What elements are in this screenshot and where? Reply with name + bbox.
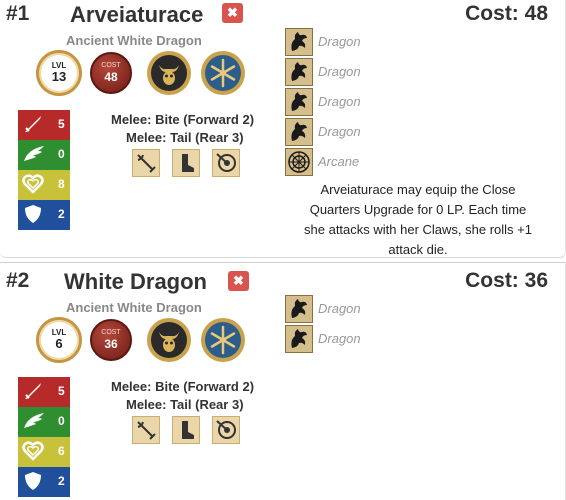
unit-name: Arveiaturace: [70, 2, 204, 27]
stat-value: 2: [58, 474, 65, 488]
heart-icon: [22, 441, 44, 461]
crossbow-icon: [132, 149, 160, 177]
trait-label: Dragon: [318, 124, 361, 139]
cost-badge-value: 48: [104, 70, 118, 84]
evil-skull-icon: [146, 317, 192, 363]
wing-icon: [24, 146, 44, 161]
attack-line: Melee: Bite (Forward 2): [111, 112, 255, 127]
stat-movement: 0: [18, 140, 70, 170]
cost-badge-label: COST: [101, 329, 121, 336]
cost-badge-value: 36: [104, 337, 118, 351]
stat-defense: 2: [18, 467, 70, 497]
cost-badge-label: COST: [101, 62, 121, 69]
stat-value: 0: [58, 414, 65, 428]
dragon-icon: [285, 295, 313, 323]
snowflake-icon: [200, 317, 246, 363]
stat-health: 6: [18, 437, 70, 467]
target-icon: [212, 149, 240, 177]
unit-description: Arveiaturace may equip the Close Quarter…: [304, 182, 532, 257]
target-icon: [212, 416, 240, 444]
trait-label: Dragon: [318, 301, 361, 316]
unit-card-2: #2 White Dragon ✖ Cost: 36 Ancient White…: [0, 262, 566, 500]
dragon-icon: [285, 58, 313, 86]
trait-label: Dragon: [318, 64, 361, 79]
remove-button[interactable]: ✖: [228, 271, 249, 291]
card-number: #2: [6, 269, 30, 292]
sword-icon: [25, 383, 41, 399]
trait-label: Dragon: [318, 34, 361, 49]
level-value: 6: [55, 336, 63, 351]
cost-badge: COST 36: [90, 319, 132, 361]
trait-label: Arcane: [318, 154, 360, 169]
heart-icon: [22, 174, 44, 194]
level-value: 13: [51, 69, 67, 84]
unit-subtitle: Ancient White Dragon: [66, 300, 202, 315]
stat-health: 8: [18, 170, 70, 200]
stat-value: 6: [58, 444, 65, 458]
trait-label: Dragon: [318, 94, 361, 109]
sword-icon: [25, 116, 41, 132]
cost-label: Cost: 36: [465, 269, 548, 292]
boot-icon: [172, 416, 200, 444]
evil-bull-icon: [146, 50, 192, 96]
unit-name: White Dragon: [64, 269, 207, 294]
unit-subtitle: Ancient White Dragon: [66, 33, 202, 48]
arcane-icon: [285, 148, 313, 176]
level-badge: LVL 13: [36, 50, 82, 96]
stat-value: 5: [58, 384, 65, 398]
dragon-icon: [285, 28, 313, 56]
card-number: #1: [6, 2, 30, 25]
cost-badge: COST 48: [90, 52, 132, 94]
cost-label: Cost: 48: [465, 2, 548, 25]
stat-attack: 5: [18, 377, 70, 407]
unit-card-1: #1 Arveiaturace ✖ Cost: 48 Ancient White…: [0, 0, 566, 258]
dragon-icon: [285, 325, 313, 353]
attack-line: Melee: Tail (Rear 3): [126, 397, 244, 412]
boot-icon: [172, 149, 200, 177]
stat-value: 0: [58, 147, 65, 161]
attack-line: Melee: Tail (Rear 3): [126, 130, 244, 145]
stat-value: 5: [58, 117, 65, 131]
crossbow-icon: [132, 416, 160, 444]
remove-button[interactable]: ✖: [222, 3, 243, 23]
dragon-icon: [285, 118, 313, 146]
shield-icon: [25, 472, 41, 490]
trait-label: Dragon: [318, 331, 361, 346]
dragon-icon: [285, 88, 313, 116]
stat-movement: 0: [18, 407, 70, 437]
stat-attack: 5: [18, 110, 70, 140]
shield-icon: [25, 205, 41, 223]
wing-icon: [24, 413, 44, 428]
level-badge: LVL 6: [36, 317, 82, 363]
stat-value: 2: [58, 207, 65, 221]
snowflake-icon: [200, 50, 246, 96]
stat-value: 8: [58, 177, 65, 191]
stat-defense: 2: [18, 200, 70, 230]
attack-line: Melee: Bite (Forward 2): [111, 379, 255, 394]
